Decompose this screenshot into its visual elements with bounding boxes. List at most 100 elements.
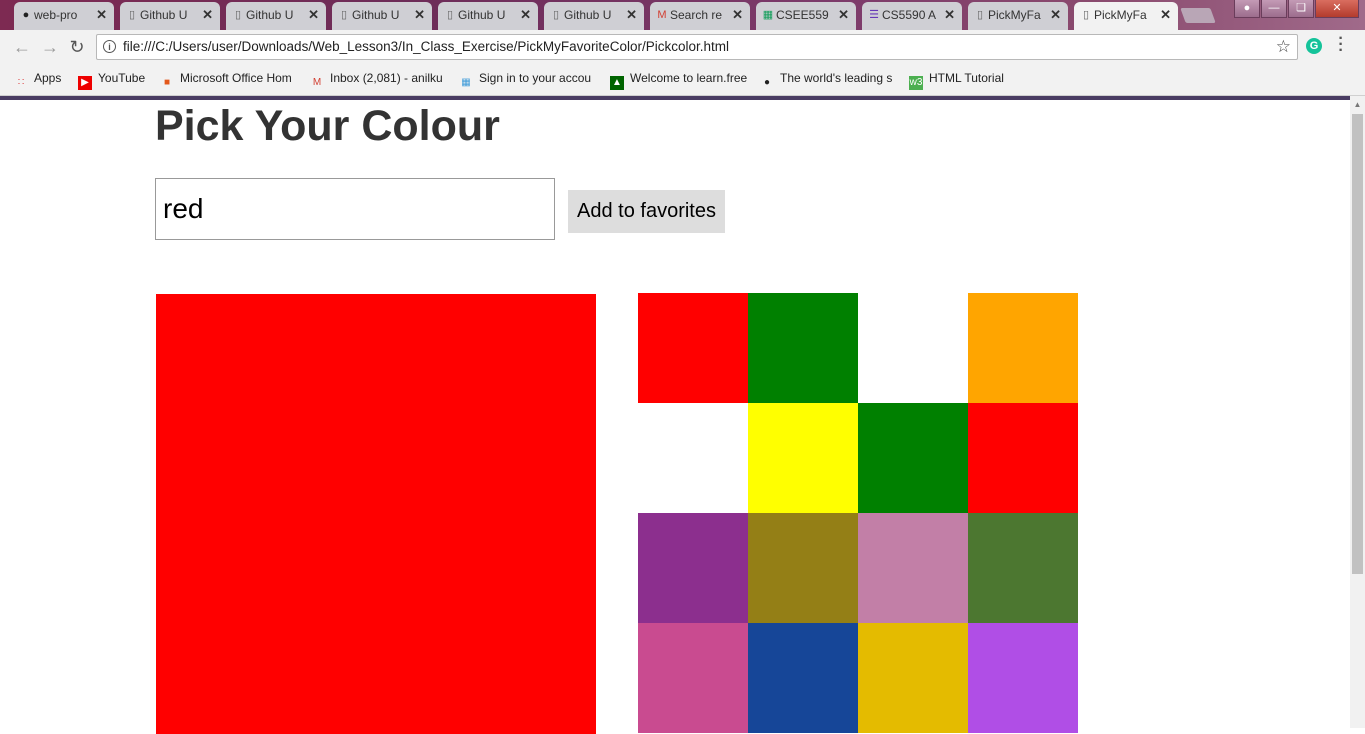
sheets-icon: ▦ — [762, 9, 774, 21]
page-content: Pick Your Colour Add to favorites — [0, 100, 1350, 734]
bookmark-label: Welcome to learn.free — [630, 71, 748, 85]
browser-tab[interactable]: M Search re ✕ — [650, 2, 750, 30]
close-tab-icon[interactable]: ✕ — [626, 2, 637, 28]
forms-icon: ☰ — [869, 9, 879, 21]
back-icon[interactable]: ← — [12, 37, 32, 57]
color-swatch[interactable] — [968, 623, 1078, 733]
browser-tab[interactable]: ☰ CS5590 A ✕ — [862, 2, 962, 30]
close-tab-icon[interactable]: ✕ — [96, 2, 107, 28]
color-swatch[interactable] — [858, 513, 968, 623]
close-tab-icon[interactable]: ✕ — [838, 2, 849, 28]
tab-label: PickMyFa — [988, 8, 1041, 22]
browser-tab[interactable]: ▯ PickMyFa ✕ — [968, 2, 1068, 30]
page-icon: ▯ — [128, 9, 136, 21]
bookmark-star-icon[interactable]: ☆ — [1276, 37, 1291, 57]
close-tab-icon[interactable]: ✕ — [520, 2, 531, 28]
user-icon[interactable]: ● — [1234, 0, 1260, 18]
favorites-grid — [638, 293, 1078, 733]
browser-tab[interactable]: ▯ Github U ✕ — [226, 2, 326, 30]
close-tab-icon[interactable]: ✕ — [944, 2, 955, 28]
color-swatch[interactable] — [858, 403, 968, 513]
tab-label: web-pro — [34, 8, 78, 22]
reload-icon[interactable]: ↻ — [67, 37, 87, 57]
tab-label: Github U — [458, 8, 506, 22]
menu-icon[interactable]: · · · — [1337, 31, 1345, 59]
browser-chrome: ● web-pro ✕ ▯ Github U ✕ ▯ Github U ✕ ▯ Github U ✕ ▯… — [0, 0, 1365, 100]
color-swatch[interactable] — [638, 623, 748, 733]
bookmark-label: Microsoft Office Hom — [180, 71, 292, 85]
bookmark-item[interactable]: ▲ Welcome to learn.free — [610, 71, 750, 90]
page-icon: ▯ — [234, 9, 242, 21]
bookmark-item[interactable]: w3 HTML Tutorial — [909, 71, 1019, 90]
maximize-button[interactable]: ❏ — [1288, 0, 1314, 18]
tab-strip: ● web-pro ✕ ▯ Github U ✕ ▯ Github U ✕ ▯ Github U ✕ ▯… — [0, 0, 1365, 30]
bookmark-item[interactable]: M Inbox (2,081) - anilku — [310, 71, 450, 90]
bookmark-label: YouTube — [98, 71, 146, 85]
color-swatch[interactable] — [638, 513, 748, 623]
color-swatch[interactable] — [858, 623, 968, 733]
color-swatch[interactable] — [748, 293, 858, 403]
new-tab-button[interactable] — [1180, 8, 1216, 23]
close-window-button[interactable]: ✕ — [1315, 0, 1359, 18]
tab-label: Github U — [352, 8, 400, 22]
bookmark-item[interactable]: ● The world's leading s — [760, 71, 900, 90]
browser-tab[interactable]: ▯ Github U ✕ — [120, 2, 220, 30]
scrollbar-thumb[interactable] — [1352, 114, 1363, 574]
browser-tab[interactable]: ● web-pro ✕ — [14, 2, 114, 30]
color-swatch[interactable] — [858, 293, 968, 403]
minimize-button[interactable]: — — [1261, 0, 1287, 18]
close-tab-icon[interactable]: ✕ — [202, 2, 213, 28]
apps-grid-icon: ∷ — [17, 77, 25, 88]
gmail-icon: M — [657, 9, 667, 21]
bookmark-label: Apps — [34, 71, 62, 85]
page-icon: ▯ — [446, 9, 454, 21]
close-tab-icon[interactable]: ✕ — [308, 2, 319, 28]
tab-label: PickMyFa — [1094, 8, 1147, 22]
color-swatch[interactable] — [748, 513, 858, 623]
bookmark-item[interactable]: ∷ Apps — [14, 71, 69, 90]
freecodecamp-icon: ▲ — [610, 76, 624, 90]
browser-tab[interactable]: ▦ CSEE559 ✕ — [756, 2, 856, 30]
page-title: Pick Your Colour — [155, 102, 500, 150]
bookmark-label: Inbox (2,081) - anilku — [330, 71, 443, 85]
browser-toolbar: ← → ↻ i file:///C:/Users/user/Downloads/… — [0, 30, 1365, 64]
page-icon: ▯ — [976, 9, 984, 21]
browser-tab[interactable]: ▯ Github U ✕ — [332, 2, 432, 30]
browser-tab[interactable]: ▯ PickMyFa ✕ — [1074, 2, 1178, 30]
tab-label: Github U — [564, 8, 612, 22]
close-tab-icon[interactable]: ✕ — [1050, 2, 1061, 28]
bookmark-item[interactable]: ■ Microsoft Office Hom — [160, 71, 300, 90]
forward-icon[interactable]: → — [40, 37, 60, 57]
scroll-up-arrow-icon[interactable]: ▲ — [1350, 100, 1365, 112]
tab-label: CS5590 A — [882, 8, 937, 22]
color-swatch[interactable] — [748, 403, 858, 513]
bookmark-label: The world's leading s — [780, 71, 893, 85]
add-to-favorites-button[interactable]: Add to favorites — [568, 190, 725, 233]
color-swatch[interactable] — [968, 403, 1078, 513]
bookmark-item[interactable]: ▶ YouTube — [78, 71, 153, 90]
bookmark-item[interactable]: ▦ Sign in to your accou — [459, 71, 599, 90]
close-tab-icon[interactable]: ✕ — [732, 2, 743, 28]
w3schools-icon: w3 — [909, 76, 923, 90]
color-swatch[interactable] — [638, 293, 748, 403]
browser-tab[interactable]: ▯ Github U ✕ — [544, 2, 644, 30]
github-icon: ● — [763, 77, 771, 88]
page-icon: ▯ — [1082, 9, 1090, 21]
color-input[interactable] — [155, 178, 555, 240]
color-swatch[interactable] — [748, 623, 858, 733]
close-tab-icon[interactable]: ✕ — [414, 2, 425, 28]
color-swatch[interactable] — [968, 293, 1078, 403]
color-swatch[interactable] — [968, 513, 1078, 623]
close-tab-icon[interactable]: ✕ — [1160, 2, 1171, 28]
browser-tab[interactable]: ▯ Github U ✕ — [438, 2, 538, 30]
github-icon: ● — [22, 9, 30, 21]
url-text[interactable]: file:///C:/Users/user/Downloads/Web_Less… — [123, 39, 729, 54]
info-icon[interactable]: i — [103, 40, 116, 53]
vertical-scrollbar[interactable]: ▲ — [1350, 96, 1365, 728]
page-icon: ▯ — [340, 9, 348, 21]
address-bar[interactable]: i file:///C:/Users/user/Downloads/Web_Le… — [96, 34, 1298, 60]
microsoft-icon: ▦ — [461, 77, 471, 88]
color-swatch[interactable] — [638, 403, 748, 513]
grammarly-icon[interactable]: G — [1306, 38, 1322, 54]
youtube-icon: ▶ — [78, 76, 92, 90]
